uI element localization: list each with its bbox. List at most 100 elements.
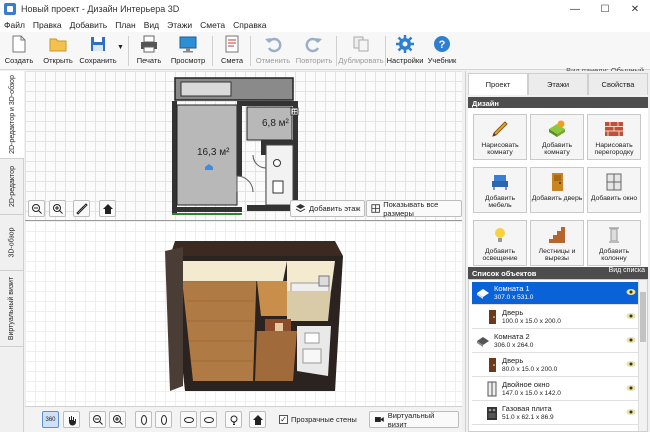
rotate-360-label: 360 — [45, 416, 56, 423]
tab-project[interactable]: Проект — [468, 73, 528, 95]
show-all-sizes-button[interactable]: Показывать все размеры — [366, 200, 462, 218]
object-dimensions: 147.0 x 15.0 x 142.0 — [502, 390, 561, 397]
plan-2d-canvas[interactable]: 16,3 м² 6,8 м² Добавить этаж Показывать … — [25, 71, 462, 220]
menu-estimate[interactable]: Смета — [200, 20, 225, 30]
save-button[interactable]: Сохранить — [79, 34, 117, 68]
open-button[interactable]: Открыть — [40, 34, 76, 68]
save-label: Сохранить — [79, 56, 117, 65]
draw-partition-button[interactable]: Нарисовать перегородку — [587, 114, 641, 160]
layers-icon — [295, 204, 306, 213]
eye-icon[interactable] — [626, 408, 636, 416]
zoom-in-3d-button[interactable] — [109, 411, 126, 428]
menu-floors[interactable]: Этажи — [167, 20, 192, 30]
home-view-button[interactable] — [99, 200, 116, 217]
transparent-walls-label: Прозрачные стены — [291, 415, 357, 424]
right-tabs: Проект Этажи Свойства — [468, 73, 648, 95]
tilt-down-button[interactable] — [200, 411, 217, 428]
zoom-in-button[interactable] — [49, 200, 66, 217]
rotate-360-button[interactable]: 360 — [42, 411, 59, 428]
settings-label: Настройки — [386, 56, 424, 65]
home-3d-button[interactable] — [249, 411, 266, 428]
maximize-button[interactable]: ☐ — [590, 0, 620, 18]
column-icon — [609, 227, 619, 243]
list-item[interactable]: Дверь 100.0 x 15.0 x 200.0 — [472, 306, 638, 329]
stairs-button[interactable]: Лестницы и вырезы — [530, 220, 584, 266]
rotate-vertical-icon — [160, 414, 167, 425]
undo-button[interactable]: Отменить — [255, 34, 291, 68]
object-dimensions: 80.0 x 15.0 x 200.0 — [502, 366, 558, 373]
add-room-button[interactable]: Добавить комнату — [530, 114, 584, 160]
tab-properties[interactable]: Свойства — [588, 73, 648, 95]
lamp-icon — [495, 228, 505, 242]
estimate-button[interactable]: Смета — [218, 34, 246, 68]
zoom-in-icon — [52, 203, 63, 214]
preview-label: Просмотр — [170, 56, 206, 65]
eye-icon[interactable] — [626, 384, 636, 392]
virtual-visit-button[interactable]: Виртуальный визит — [369, 411, 459, 429]
menu-view[interactable]: Вид — [144, 20, 159, 30]
add-door-button[interactable]: Добавить дверь — [530, 167, 584, 213]
tab-virtual-visit[interactable]: Виртуальный визит — [0, 271, 24, 347]
object-name: Дверь — [502, 356, 524, 365]
object-list-header: Список объектов Вид списка — [468, 267, 648, 279]
list-item[interactable]: Дверь 80.0 x 15.0 x 200.0 — [472, 354, 638, 377]
add-lighting-button[interactable]: Добавить освещение — [473, 220, 527, 266]
zoom-out-button[interactable] — [28, 200, 45, 217]
left-view-tabs: 2D-редактор и 3D-обзор 2D-редактор 3D-об… — [0, 71, 24, 432]
pan-button[interactable] — [63, 411, 80, 428]
redo-label: Повторить — [295, 56, 333, 65]
add-floor-button[interactable]: Добавить этаж — [290, 200, 366, 217]
close-button[interactable]: ✕ — [620, 0, 650, 18]
scrollbar-thumb[interactable] — [640, 292, 646, 342]
preview-button[interactable]: Просмотр — [170, 34, 206, 68]
add-furniture-button[interactable]: Добавить мебель — [473, 167, 527, 213]
window-title: Новый проект - Дизайн Интерьера 3D — [21, 4, 180, 14]
minimize-button[interactable]: — — [560, 0, 590, 18]
rotate-left-button[interactable] — [135, 411, 152, 428]
redo-button[interactable]: Повторить — [295, 34, 333, 68]
checkbox-checked-icon[interactable]: ✓ — [279, 415, 288, 424]
add-window-button[interactable]: Добавить окно — [587, 167, 641, 213]
save-dropdown-icon[interactable]: ▼ — [117, 44, 124, 51]
tutorial-label: Учебник — [427, 56, 457, 65]
tab-2d-3d[interactable]: 2D-редактор и 3D-обзор — [0, 71, 24, 159]
list-item[interactable]: Газовая плита 51.0 x 62.1 x 86.9 — [472, 402, 638, 425]
menu-file[interactable]: Файл — [4, 20, 25, 30]
object-list-scrollbar[interactable] — [638, 280, 647, 431]
menu-plan[interactable]: План — [115, 20, 136, 30]
transparent-walls-toggle[interactable]: ✓ Прозрачные стены — [279, 415, 357, 424]
add-column-button[interactable]: Добавить колонну — [587, 220, 641, 266]
view-list-dropdown[interactable]: Вид списка — [609, 267, 645, 274]
ruler-button[interactable] — [73, 200, 90, 217]
eye-icon[interactable] — [626, 360, 636, 368]
door-icon — [489, 358, 496, 372]
list-item[interactable]: Комната 2 306.0 x 264.0 — [472, 330, 638, 353]
view-3d-canvas[interactable] — [25, 221, 462, 406]
settings-button[interactable]: Настройки — [387, 34, 423, 68]
lighting-button[interactable] — [225, 411, 242, 428]
create-button[interactable]: Создать — [4, 34, 34, 68]
draw-room-button[interactable]: Нарисовать комнату — [473, 114, 527, 160]
camera-icon — [374, 417, 384, 422]
rotate-right-button[interactable] — [155, 411, 172, 428]
zoom-out-3d-button[interactable] — [89, 411, 106, 428]
tutorial-button[interactable]: ? Учебник — [427, 34, 457, 68]
duplicate-label: Дублировать — [338, 56, 384, 65]
home-icon — [252, 414, 263, 425]
eye-icon[interactable] — [626, 288, 636, 296]
list-item[interactable]: Комната 1 307.0 x 531.0 — [472, 282, 638, 305]
tab-3d-view[interactable]: 3D-обзор — [0, 215, 24, 271]
tab-floors[interactable]: Этажи — [528, 73, 588, 95]
add-room-label: Добавить комнату — [541, 142, 573, 157]
tab-2d-editor[interactable]: 2D-редактор — [0, 159, 24, 215]
print-button[interactable]: Печать — [134, 34, 164, 68]
eye-icon[interactable] — [626, 336, 636, 344]
eye-icon[interactable] — [626, 312, 636, 320]
menu-add[interactable]: Добавить — [70, 20, 108, 30]
list-item[interactable]: Двойное окно 147.0 x 15.0 x 142.0 — [472, 378, 638, 401]
tilt-up-button[interactable] — [180, 411, 197, 428]
title-bar: Новый проект - Дизайн Интерьера 3D — ☐ ✕ — [0, 0, 650, 18]
menu-edit[interactable]: Правка — [33, 20, 62, 30]
menu-help[interactable]: Справка — [233, 20, 266, 30]
duplicate-button[interactable]: Дублировать — [338, 34, 384, 68]
